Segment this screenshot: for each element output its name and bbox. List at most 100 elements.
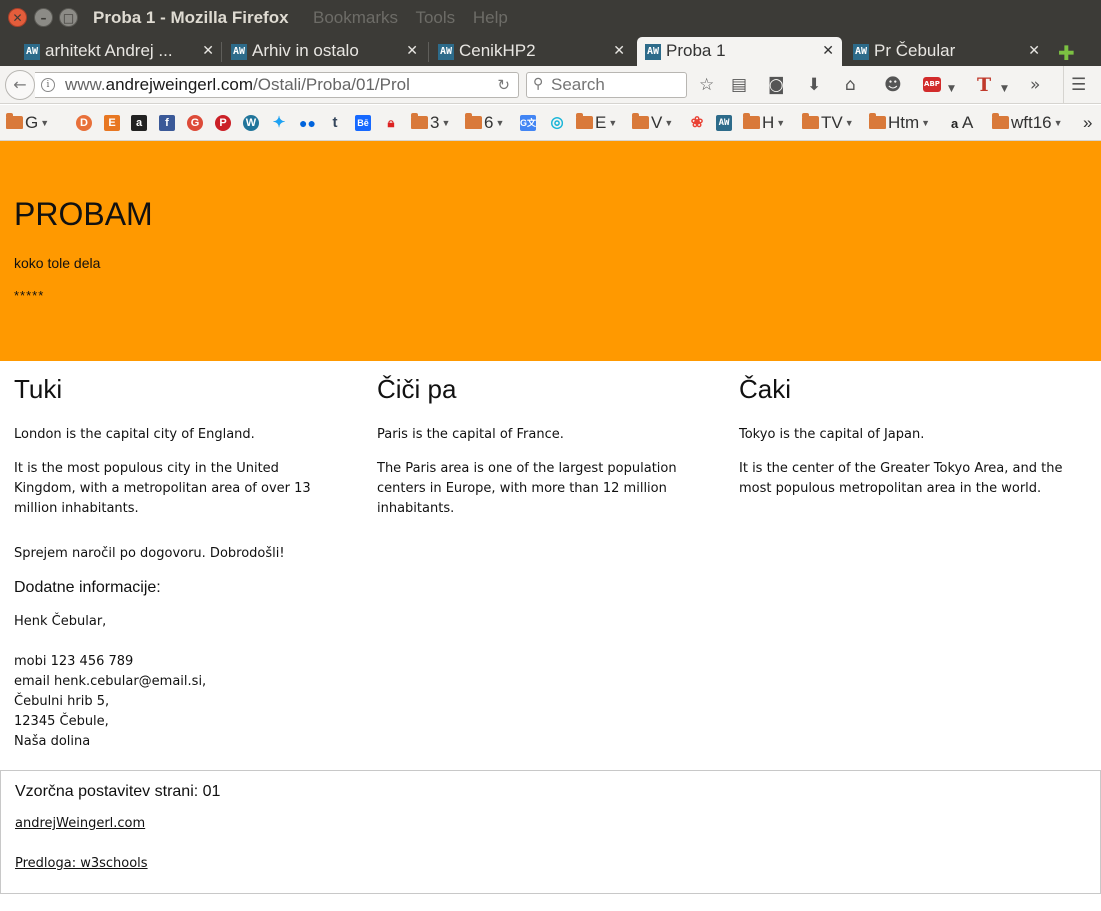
aw-site-icon: AW (231, 44, 247, 60)
tab-close-icon[interactable]: ✕ (822, 42, 834, 59)
home-icon[interactable]: ⌂ (845, 75, 856, 95)
bookmark-folder-e[interactable]: E ▼ (576, 113, 617, 133)
aw-site-icon[interactable]: AW (716, 115, 732, 131)
folder-icon (6, 113, 23, 129)
chat-icon[interactable]: ☻ (884, 75, 902, 95)
contact-street: Čebulni hrib 5, (14, 694, 110, 709)
column-paragraph: London is the capital city of England. (14, 427, 255, 442)
menu-help[interactable]: Help (473, 8, 508, 27)
tab-label: Arhiv in ostalo (252, 41, 359, 60)
bookmark-label: wft16 (1011, 113, 1052, 132)
translate-icon[interactable]: G文 (520, 115, 536, 131)
info-icon[interactable]: i (41, 78, 55, 92)
menu-tools[interactable]: Tools (415, 8, 455, 27)
bookmark-folder-wft16[interactable]: wft16 ▼ (992, 113, 1063, 133)
minimize-icon: – (40, 10, 47, 25)
lock-icon[interactable]: 🔒︎ (383, 115, 399, 131)
e-site-icon[interactable]: E (104, 115, 120, 131)
behance-icon[interactable]: Bē (355, 115, 371, 131)
picasa-icon[interactable]: ❀ (689, 115, 705, 131)
search-box[interactable]: ⚲ (526, 72, 687, 98)
bookmark-folder-h[interactable]: H ▼ (743, 113, 785, 133)
google-plus-icon[interactable]: G (187, 115, 203, 131)
tab-close-icon[interactable]: ✕ (613, 42, 625, 59)
aw-site-icon: AW (438, 44, 454, 60)
column-caki: Čaki Tokyo is the capital of Japan. It i… (739, 373, 1091, 513)
tab-arhiv[interactable]: AW Arhiv in ostalo ✕ (231, 37, 418, 66)
chevron-down-icon: ▼ (664, 118, 674, 128)
hero-title: PROBAM (14, 196, 153, 232)
overflow-chevron-icon[interactable]: » (1030, 75, 1040, 95)
twitter-icon[interactable]: ✦ (271, 115, 287, 131)
chevron-down-icon: ▼ (495, 118, 505, 128)
contact-spacer (14, 632, 414, 652)
chevron-down-icon[interactable]: ▼ (948, 79, 955, 99)
url-text[interactable]: www.andrejweingerl.com/Ostali/Proba/01/P… (65, 75, 485, 95)
folder-icon (576, 113, 593, 129)
tab-close-icon[interactable]: ✕ (1028, 42, 1040, 59)
window-minimize-button[interactable]: – (34, 8, 53, 27)
contact-region: Naša dolina (14, 734, 91, 749)
hero-stars: ***** (14, 288, 45, 303)
bookmark-folder-v[interactable]: V ▼ (632, 113, 673, 133)
column-paragraph: Paris is the capital of France. (377, 427, 564, 442)
tab-proba-active[interactable]: AW Proba 1 ✕ (637, 37, 842, 66)
tab-cenik[interactable]: AW CenikHP2 ✕ (438, 37, 625, 66)
tab-arhitekt[interactable]: AW arhitekt Andrej ... ✕ (24, 37, 214, 66)
duckduckgo-icon[interactable]: D (76, 115, 92, 131)
bookmark-label: H (762, 113, 775, 132)
tab-label: CenikHP2 (459, 41, 536, 60)
bookmark-amazon-a[interactable]: a A (951, 113, 973, 134)
footer-link-site[interactable]: andrejWeingerl.com (15, 816, 145, 831)
pinterest-icon[interactable]: P (215, 115, 231, 131)
menu-bookmarks[interactable]: Bookmarks (313, 8, 398, 27)
downloads-icon[interactable]: ⬇ (807, 75, 821, 95)
bookmark-folder-htm[interactable]: Htm ▼ (869, 113, 930, 133)
reload-icon[interactable]: ↻ (497, 76, 510, 94)
close-icon: ✕ (12, 10, 23, 25)
pocket-icon[interactable]: ◙ (768, 75, 785, 95)
search-input[interactable] (551, 74, 681, 96)
tab-divider (221, 42, 222, 62)
adblock-icon[interactable]: ABP (923, 77, 941, 92)
wordpress-icon[interactable]: W (243, 115, 259, 131)
tab-close-icon[interactable]: ✕ (406, 42, 418, 59)
hamburger-menu-icon[interactable]: ☰ (1071, 75, 1086, 95)
cyan-circle-icon[interactable]: ◎ (549, 115, 565, 131)
flickr-icon[interactable]: ●● (299, 115, 316, 131)
bookmark-folder-6[interactable]: 6 ▼ (465, 113, 504, 133)
tumblr-icon[interactable]: t (327, 115, 343, 131)
bookmark-folder-3[interactable]: 3 ▼ (411, 113, 450, 133)
bookmark-folder-g[interactable]: G ▼ (6, 113, 49, 133)
window-titlebar: ✕ – □ Proba 1 - Mozilla Firefox Bookmark… (0, 0, 1101, 37)
url-host: andrejweingerl.com (105, 75, 254, 94)
window-close-button[interactable]: ✕ (8, 8, 27, 27)
bookmark-star-icon[interactable]: ☆ (699, 75, 714, 95)
bookmark-folder-tv[interactable]: TV ▼ (802, 113, 854, 133)
footer-link-template[interactable]: Predloga: w3schools (15, 856, 148, 871)
tab-pr-cebular[interactable]: AW Pr Čebular ✕ (853, 37, 1040, 66)
search-icon: ⚲ (533, 76, 544, 92)
chevron-down-icon: ▼ (1053, 118, 1063, 128)
tab-close-icon[interactable]: ✕ (202, 42, 214, 59)
amazon-icon[interactable]: a (131, 115, 147, 131)
tab-label: Pr Čebular (874, 41, 956, 60)
additional-info-heading: Dodatne informacije: (14, 579, 161, 596)
column-paragraph: The Paris area is one of the largest pop… (377, 461, 677, 516)
contact-city: 12345 Čebule, (14, 714, 109, 729)
contact-email: email henk.cebular@email.si, (14, 674, 207, 689)
back-arrow-icon[interactable]: ← (5, 70, 35, 100)
url-bar[interactable]: i www.andrejweingerl.com/Ostali/Proba/01… (35, 72, 519, 98)
chevron-down-icon[interactable]: ▼ (1001, 79, 1008, 99)
bookmarks-overflow-chevron-icon[interactable]: » (1083, 113, 1092, 133)
t-extension-icon[interactable]: T (977, 74, 991, 96)
window-maximize-button[interactable]: □ (59, 8, 78, 27)
url-prefix: www. (65, 75, 106, 94)
bookmark-label: G (25, 113, 39, 132)
column-paragraph: It is the center of the Greater Tokyo Ar… (739, 461, 1063, 496)
contact-block: Henk Čebular, mobi 123 456 789 email hen… (14, 612, 414, 752)
reading-list-icon[interactable]: ▤ (731, 75, 747, 95)
facebook-icon[interactable]: f (159, 115, 175, 131)
new-tab-plus-icon[interactable]: ✚ (1058, 41, 1075, 65)
bookmark-label: 3 (430, 113, 440, 132)
